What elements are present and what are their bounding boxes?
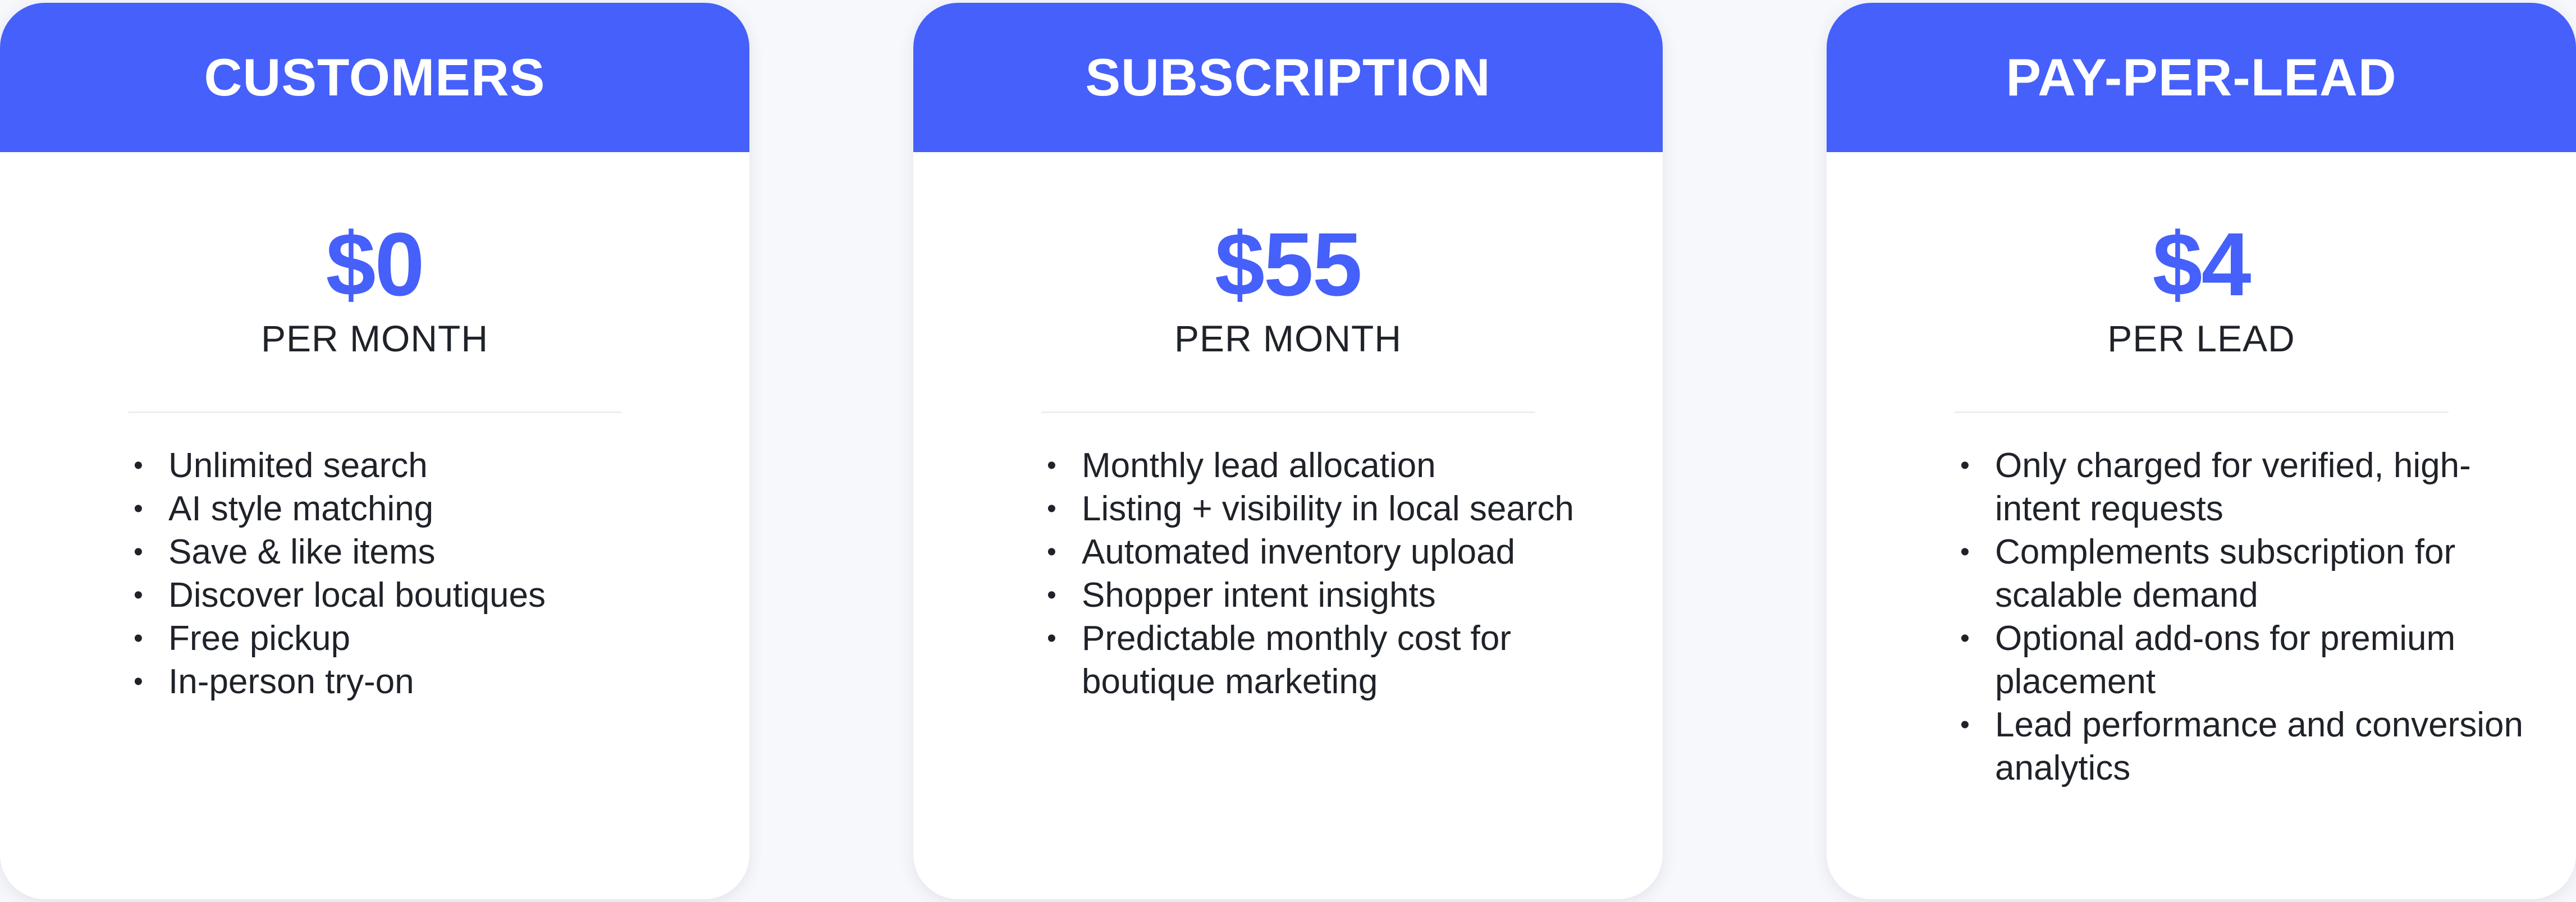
plan-title: PAY-PER-LEAD [2006, 48, 2397, 107]
plan-price: $4 [2152, 214, 2252, 314]
plan-title: SUBSCRIPTION [1085, 48, 1491, 107]
feature-item: Unlimited search [134, 444, 704, 487]
feature-list: Only charged for verified, high-intent r… [1827, 444, 2576, 790]
feature-list: Monthly lead allocation Listing + visibi… [913, 444, 1663, 703]
plan-header: SUBSCRIPTION [913, 3, 1663, 152]
feature-item: Shopper intent insights [1047, 574, 1618, 617]
feature-item: In-person try-on [134, 660, 704, 703]
plan-period: PER MONTH [261, 318, 488, 359]
plan-period: PER LEAD [2107, 318, 2295, 359]
feature-item: Free pickup [134, 617, 704, 660]
plan-price: $0 [326, 214, 425, 314]
feature-item: Lead performance and conversion analytic… [1960, 703, 2531, 790]
plan-card-pay-per-lead: PAY-PER-LEAD $4 PER LEAD Only charged fo… [1827, 3, 2576, 899]
feature-item: Only charged for verified, high-intent r… [1960, 444, 2531, 530]
feature-item: Automated inventory upload [1047, 530, 1618, 574]
feature-item: Complements subscription for scalable de… [1960, 530, 2531, 617]
feature-item: Discover local boutiques [134, 574, 704, 617]
plan-period: PER MONTH [1174, 318, 1402, 359]
divider [1041, 411, 1535, 413]
divider [127, 411, 622, 413]
feature-list: Unlimited search AI style matching Save … [0, 444, 749, 703]
feature-item: Save & like items [134, 530, 704, 574]
plan-price: $55 [1215, 214, 1362, 314]
feature-item: Monthly lead allocation [1047, 444, 1618, 487]
feature-item: Optional add-ons for premium placement [1960, 617, 2531, 703]
plan-card-subscription: SUBSCRIPTION $55 PER MONTH Monthly lead … [913, 3, 1663, 899]
feature-item: Predictable monthly cost for boutique ma… [1047, 617, 1618, 703]
divider [1954, 411, 2449, 413]
feature-item: Listing + visibility in local search [1047, 487, 1618, 530]
feature-item: AI style matching [134, 487, 704, 530]
plan-title: CUSTOMERS [204, 48, 546, 107]
plan-card-customers: CUSTOMERS $0 PER MONTH Unlimited search … [0, 3, 749, 899]
plan-header: CUSTOMERS [0, 3, 749, 152]
plan-header: PAY-PER-LEAD [1827, 3, 2576, 152]
